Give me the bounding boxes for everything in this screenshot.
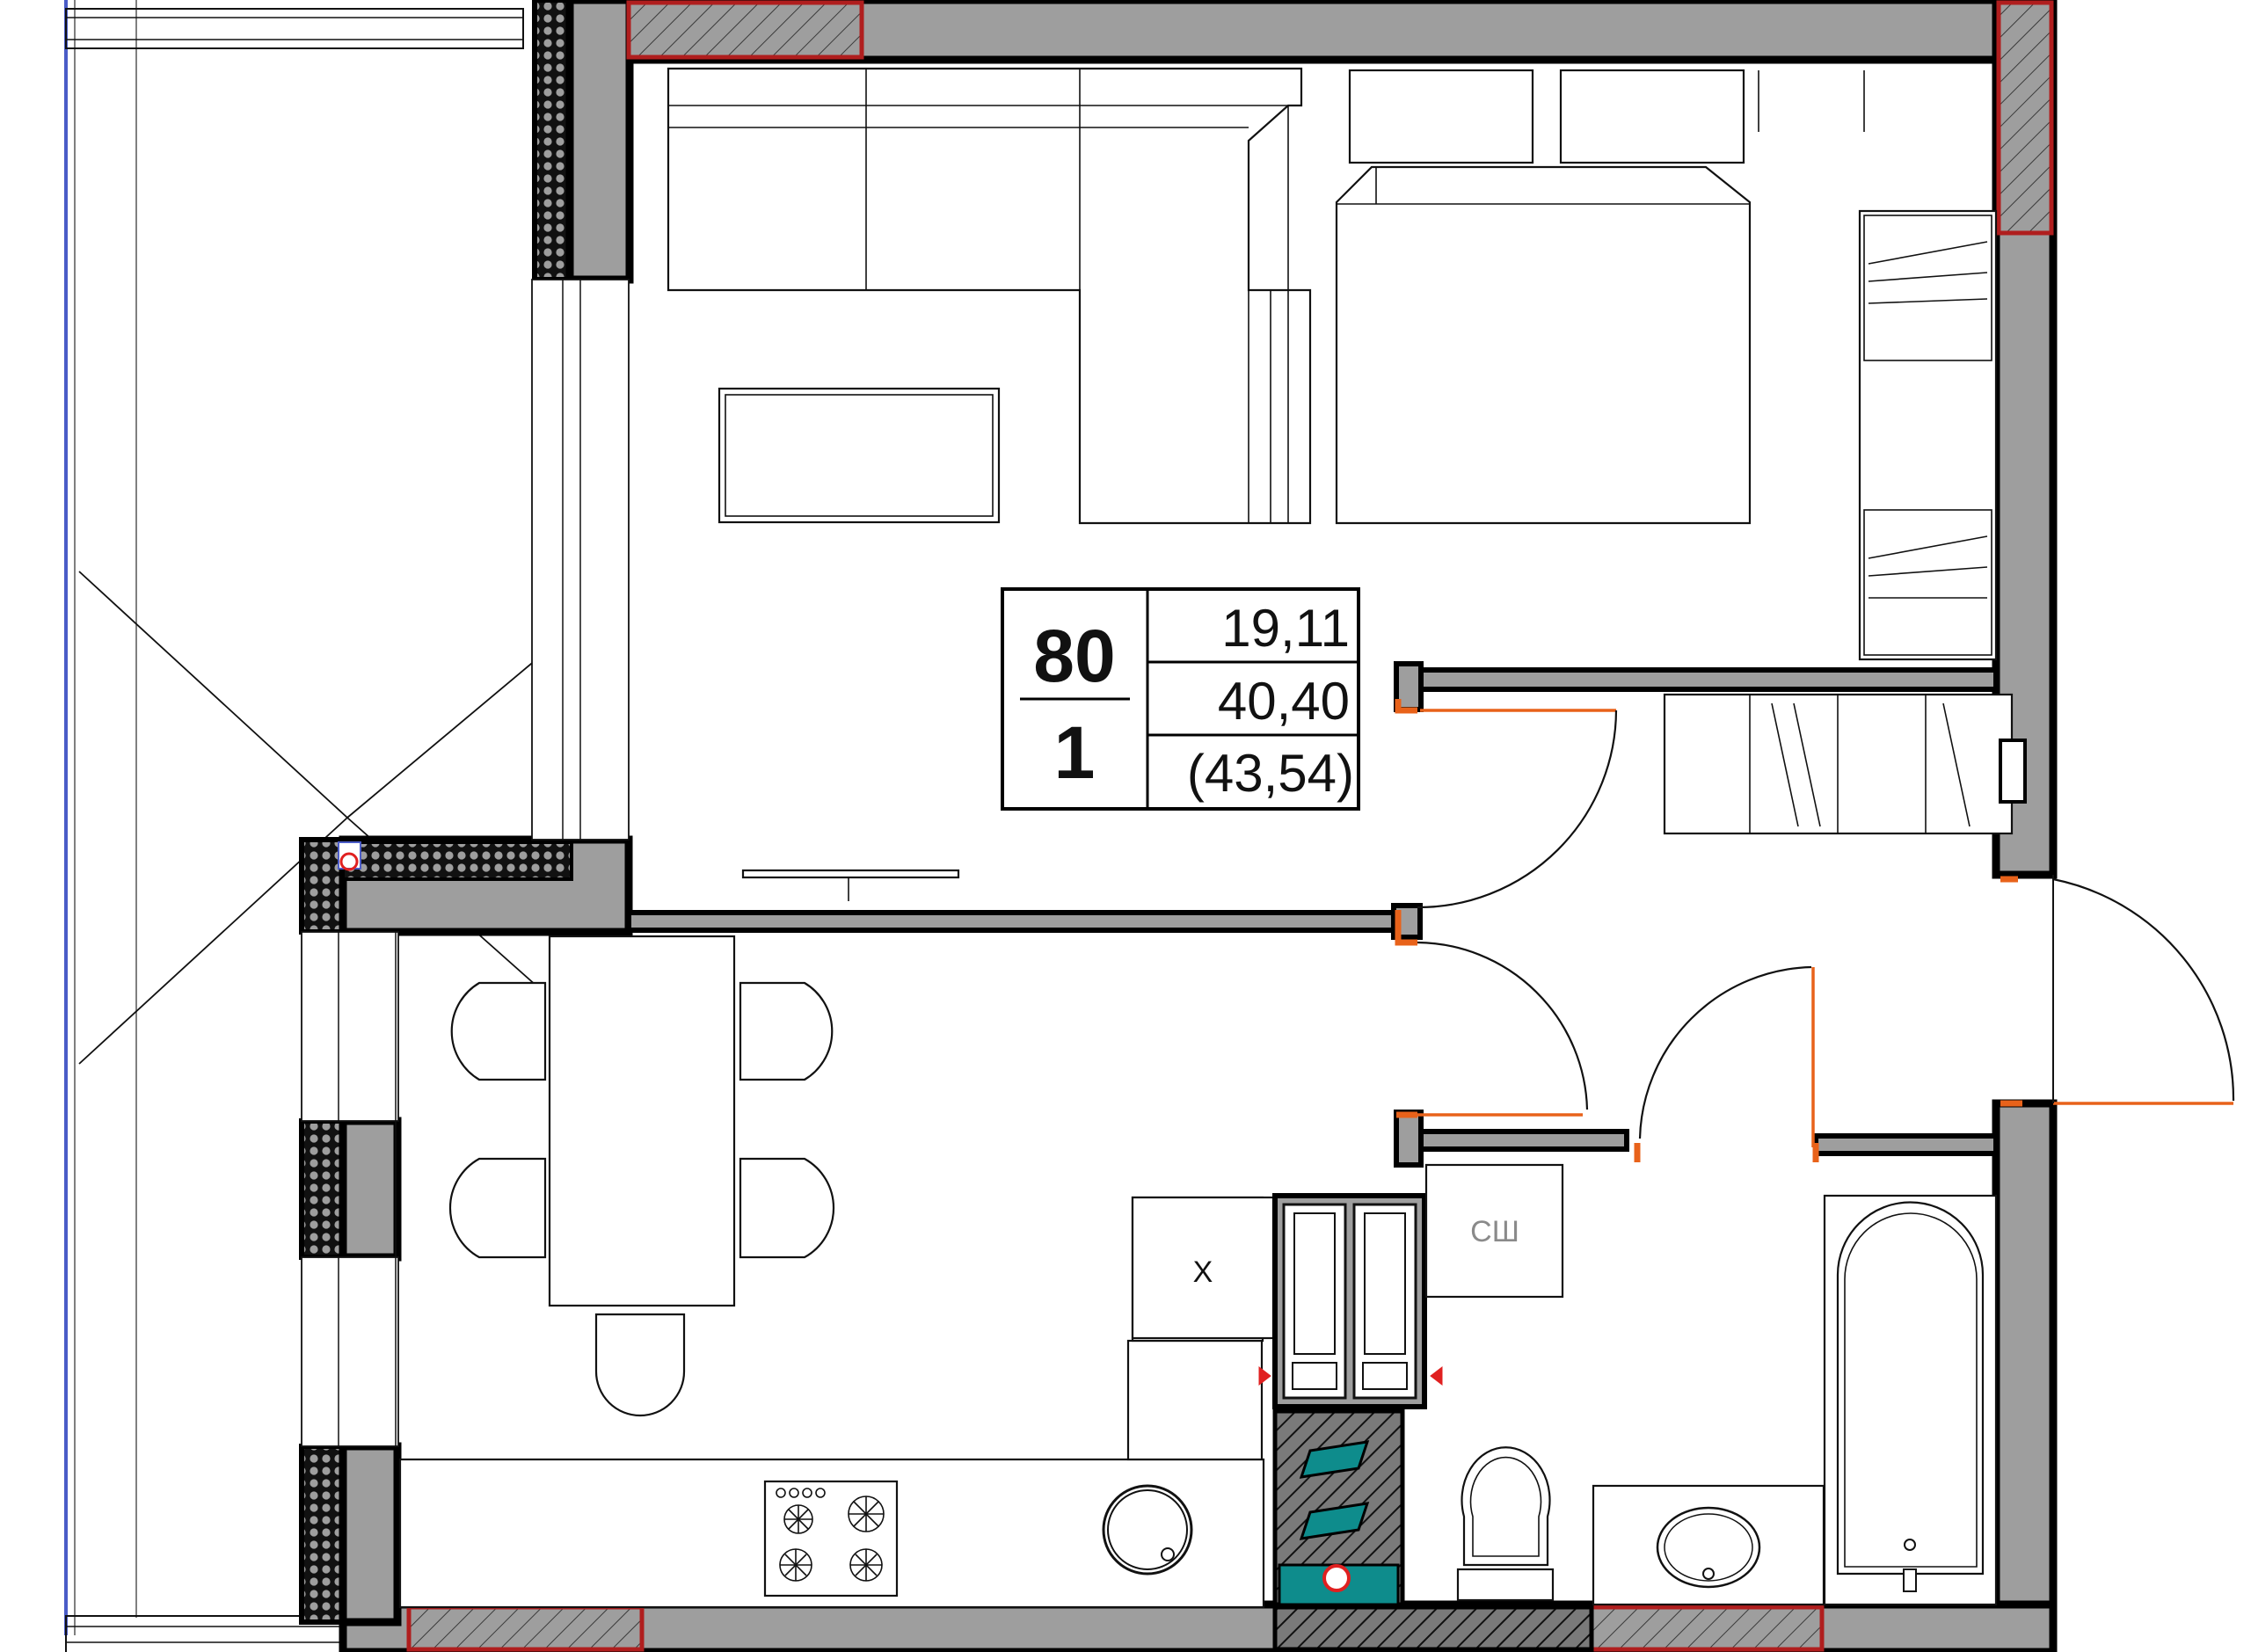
door-wc[interactable] (1638, 965, 1815, 1147)
vent-marker (338, 841, 361, 871)
apartment-number: 80 (1033, 615, 1115, 697)
washbasin (1592, 1484, 1825, 1606)
window-left-upper (531, 279, 630, 841)
bathtub (1823, 1194, 1998, 1606)
wall-right-lower (1992, 1099, 2058, 1652)
apartment-label: 80 1 19,11 40,40 (43,54) (1001, 587, 1360, 811)
floor-plan: Х СШ 80 1 19,11 40,40 (43,54) (64, 0, 2235, 1652)
living-area: 19,11 (1221, 599, 1350, 658)
double-bed (1335, 69, 1752, 525)
ventilation-shaft (1258, 1193, 1443, 1409)
balcony-rail-top (65, 8, 524, 49)
service-riser (1272, 1408, 1405, 1607)
tv-stand (741, 869, 960, 901)
door-entrance[interactable] (2052, 875, 2235, 1105)
wall-left-lower (339, 1442, 402, 1627)
toilet (1456, 1446, 1555, 1602)
wall-left-pier (339, 1117, 402, 1262)
washer-tag: СШ (1470, 1215, 1519, 1248)
coffee-table (718, 387, 1001, 524)
kitchen-sink (1102, 1484, 1193, 1576)
wardrobe (1758, 70, 1998, 661)
door-bedroom[interactable] (1417, 709, 1618, 909)
fridge-tag: Х (1193, 1255, 1213, 1289)
stove (763, 1480, 899, 1597)
total-area-with-balcony: (43,54) (1187, 744, 1354, 803)
wall-pier-top-left (565, 0, 634, 284)
room-count: 1 (1054, 711, 1096, 794)
dining-table (548, 935, 736, 1307)
washing-machine: СШ (1424, 1163, 1564, 1299)
hall-wardrobe (1663, 693, 2027, 835)
total-area: 40,40 (1218, 672, 1350, 731)
fridge: Х (1131, 1196, 1275, 1340)
door-kitchen[interactable] (1417, 941, 1589, 1117)
